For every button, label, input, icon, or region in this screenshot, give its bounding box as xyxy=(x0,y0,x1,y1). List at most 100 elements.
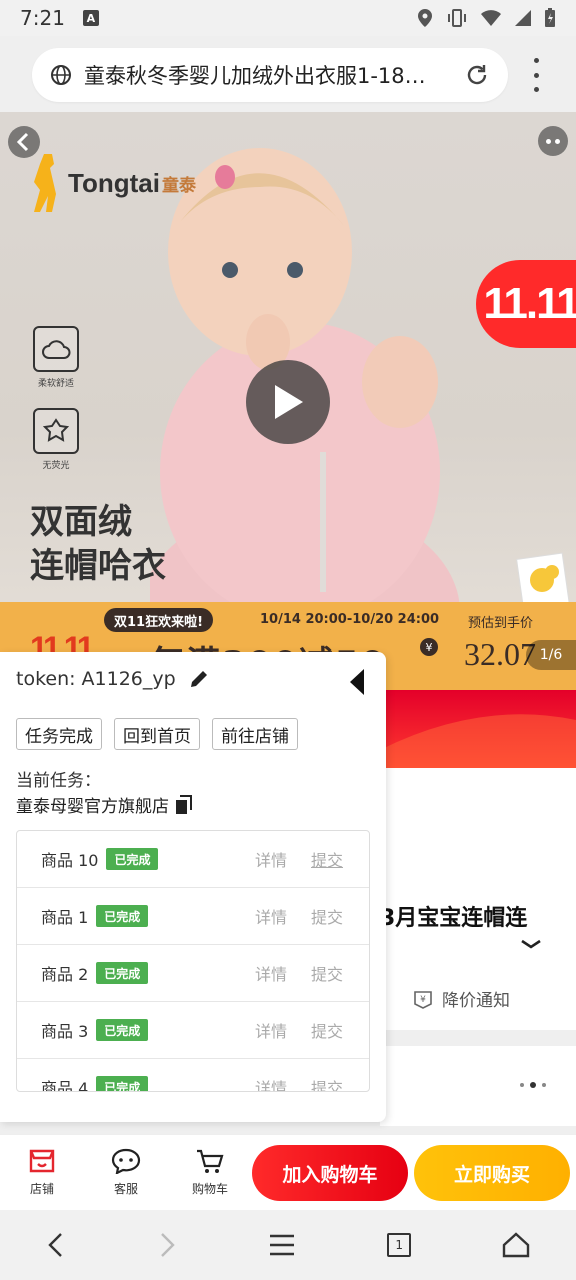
product-hero-image[interactable]: Tongtai 童泰 11.11 柔软舒适 无荧光 双面绒 连帽哈衣 双11狂欢… xyxy=(0,112,576,692)
back-home-button[interactable]: 回到首页 xyxy=(114,718,200,750)
list-item: 商品 1 已完成 详情 提交 xyxy=(17,888,369,945)
item-name: 商品 3 xyxy=(41,1022,89,1041)
feature-label: 柔软舒适 xyxy=(37,379,74,389)
banner-swoosh xyxy=(380,714,576,768)
promo-banner[interactable] xyxy=(380,690,576,768)
action-buttons: 任务完成 回到首页 前往店铺 xyxy=(16,718,298,750)
address-bar[interactable]: 童泰秋冬季婴儿加绒外出衣服1-18… xyxy=(32,48,508,102)
status-bar: 7:21 A xyxy=(0,0,576,36)
svg-text:¥: ¥ xyxy=(420,995,426,1005)
detail-link[interactable]: 详情 xyxy=(255,1075,311,1091)
product-title[interactable]: 3月宝宝连帽连 xyxy=(380,900,527,932)
tab-store[interactable]: 店铺 xyxy=(0,1148,84,1197)
home-icon[interactable] xyxy=(502,1232,530,1258)
store-name: 童泰母婴官方旗舰店 xyxy=(16,797,169,817)
token-label: token: xyxy=(16,668,76,690)
add-to-cart-button[interactable]: 加入购物车 xyxy=(252,1145,408,1201)
product-card xyxy=(380,1046,576,1126)
signal-icon xyxy=(515,10,531,26)
hero-title-line1: 双面绒 xyxy=(30,502,132,542)
status-badge: 已完成 xyxy=(106,848,159,870)
flower-icon xyxy=(42,418,70,442)
more-options-button[interactable] xyxy=(538,126,568,156)
hero-title: 双面绒 连帽哈衣 xyxy=(30,500,166,588)
submit-link[interactable]: 提交 xyxy=(311,961,369,985)
yen-icon: ¥ xyxy=(420,638,438,656)
promo-dates: 10/14 20:00-10/20 24:00 xyxy=(260,612,440,627)
carousel-dots xyxy=(520,1082,546,1088)
tab-cart[interactable]: 购物车 xyxy=(168,1148,252,1197)
reload-icon[interactable] xyxy=(464,62,490,88)
feature-no-fluorescent: 无荧光 xyxy=(32,408,80,471)
collapse-panel-icon[interactable] xyxy=(348,668,366,696)
edit-icon[interactable] xyxy=(188,668,210,690)
status-badge: 已完成 xyxy=(96,1019,149,1041)
task-complete-button[interactable]: 任务完成 xyxy=(16,718,102,750)
status-badge: 已完成 xyxy=(96,905,149,927)
tabs-count: 1 xyxy=(395,1238,403,1252)
browser-menu-icon[interactable] xyxy=(528,58,544,92)
location-icon xyxy=(418,9,432,27)
submit-link[interactable]: 提交 xyxy=(311,847,369,871)
detail-link[interactable]: 详情 xyxy=(255,904,311,928)
status-badge: 已完成 xyxy=(96,1076,149,1091)
item-name: 商品 10 xyxy=(41,851,99,870)
tab-service-label: 客服 xyxy=(113,1182,138,1196)
submit-link[interactable]: 提交 xyxy=(311,1018,369,1042)
tab-service[interactable]: 客服 xyxy=(84,1148,168,1197)
bottom-action-bar: 店铺 客服 购物车 加入购物车 立即购买 xyxy=(0,1134,576,1210)
promo-tag: 双11狂欢来啦! xyxy=(104,608,214,632)
nav-forward-icon[interactable] xyxy=(157,1231,177,1259)
tab-cart-label: 购物车 xyxy=(191,1182,228,1196)
hero-title-line2: 连帽哈衣 xyxy=(30,546,166,586)
feature-soft: 柔软舒适 xyxy=(32,326,80,389)
keyboard-icon: A xyxy=(82,10,99,26)
list-item: 商品 2 已完成 详情 提交 xyxy=(17,945,369,1002)
copy-icon[interactable] xyxy=(175,794,193,815)
promo-estimate-label: 预估到手价 xyxy=(468,616,534,631)
status-icons xyxy=(416,8,556,28)
token-row: token: A1126_yp xyxy=(16,668,210,690)
buy-now-button[interactable]: 立即购买 xyxy=(414,1145,570,1201)
brand-name-cn: 童泰 xyxy=(161,175,196,196)
price-drop-notify[interactable]: ¥ 降价通知 xyxy=(412,986,510,1011)
giraffe-icon xyxy=(34,154,56,212)
battery-icon xyxy=(545,8,555,27)
play-icon xyxy=(275,385,303,419)
go-to-store-button[interactable]: 前往店铺 xyxy=(212,718,298,750)
cloud-icon xyxy=(42,340,71,359)
item-name: 商品 2 xyxy=(41,965,89,984)
submit-link[interactable]: 提交 xyxy=(311,1075,369,1091)
url-text[interactable]: 童泰秋冬季婴儿加绒外出衣服1-18… xyxy=(84,60,444,90)
store-icon xyxy=(29,1149,55,1173)
brand-name: Tongtai xyxy=(68,167,160,198)
token-value: A1126_yp xyxy=(81,668,176,690)
status-badge: 已完成 xyxy=(96,962,149,984)
item-name: 商品 4 xyxy=(41,1079,89,1092)
play-video-button[interactable] xyxy=(246,360,330,444)
brand-logo: Tongtai 童泰 xyxy=(30,152,196,214)
detail-link[interactable]: 详情 xyxy=(255,1018,311,1042)
task-overlay-panel: token: A1126_yp 任务完成 回到首页 前往店铺 当前任务： 童泰母… xyxy=(0,652,386,1122)
tab-store-label: 店铺 xyxy=(29,1182,54,1196)
vibrate-icon xyxy=(448,9,466,27)
double11-badge: 11.11 xyxy=(476,260,576,348)
wifi-icon xyxy=(481,10,501,26)
product-task-list[interactable]: 商品 10 已完成 详情 提交 商品 1 已完成 详情 提交 商品 2 已完成 … xyxy=(16,830,370,1092)
tabs-button[interactable]: 1 xyxy=(387,1233,412,1257)
chevron-down-icon[interactable] xyxy=(520,938,542,950)
current-task-label: 当前任务： xyxy=(16,771,101,791)
chat-icon xyxy=(111,1148,141,1174)
submit-link[interactable]: 提交 xyxy=(311,904,369,928)
list-item: 商品 3 已完成 详情 提交 xyxy=(17,1002,369,1059)
item-name: 商品 1 xyxy=(41,908,89,927)
detail-link[interactable]: 详情 xyxy=(255,961,311,985)
list-item: 商品 4 已完成 详情 提交 xyxy=(17,1059,369,1092)
detail-link[interactable]: 详情 xyxy=(255,847,311,871)
chevron-left-icon xyxy=(16,132,29,152)
image-page-indicator: 1/6 xyxy=(526,640,576,670)
system-navigation-bar: 1 xyxy=(0,1210,576,1280)
nav-menu-icon[interactable] xyxy=(268,1233,296,1257)
status-time: 7:21 xyxy=(20,6,65,30)
nav-back-icon[interactable] xyxy=(46,1231,66,1259)
